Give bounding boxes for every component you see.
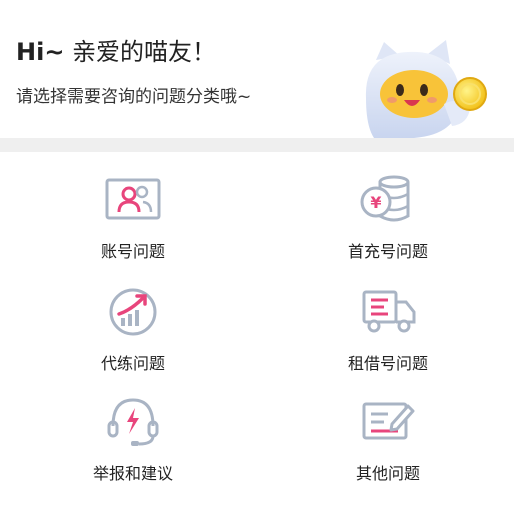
note-pencil-icon — [362, 402, 415, 440]
category-label: 举报和建议 — [92, 464, 173, 483]
leveling-chart-icon — [109, 288, 157, 336]
account-card-icon — [105, 178, 161, 220]
category-label: 其他问题 — [355, 464, 420, 483]
category-label: 代练问题 — [100, 354, 165, 373]
coin-stack-icon: ¥ — [360, 175, 410, 222]
category-other[interactable]: 其他问题 — [288, 374, 488, 484]
category-first-charge[interactable]: ¥ 首充号问题 — [288, 152, 488, 262]
greeting-prefix: Hi~ — [16, 38, 65, 66]
greeting: Hi~ 亲爱的喵友！ — [16, 32, 216, 67]
category-leveling[interactable]: 代练问题 — [33, 264, 233, 374]
category-label: 账号问题 — [100, 242, 165, 261]
category-account[interactable]: 账号问题 — [33, 152, 233, 262]
header: Hi~ 亲爱的喵友！ 请选择需要咨询的问题分类哦~ — [0, 0, 514, 138]
cat-mascot-icon — [365, 40, 487, 138]
svg-text:¥: ¥ — [370, 193, 381, 212]
headset-icon — [107, 398, 159, 446]
category-rental[interactable]: 租借号问题 — [288, 264, 488, 374]
category-report-suggestion[interactable]: 举报和建议 — [33, 374, 233, 484]
category-grid: 账号问题 ¥ 首充号问题 代练问题 租借号问题 举报和建议 其他问题 — [0, 152, 514, 529]
section-divider — [0, 138, 514, 152]
delivery-truck-icon — [362, 290, 416, 333]
greeting-text: 亲爱的喵友！ — [72, 38, 217, 66]
page-subtitle: 请选择需要咨询的问题分类哦~ — [16, 87, 252, 107]
category-label: 租借号问题 — [347, 354, 428, 373]
category-label: 首充号问题 — [347, 242, 428, 261]
